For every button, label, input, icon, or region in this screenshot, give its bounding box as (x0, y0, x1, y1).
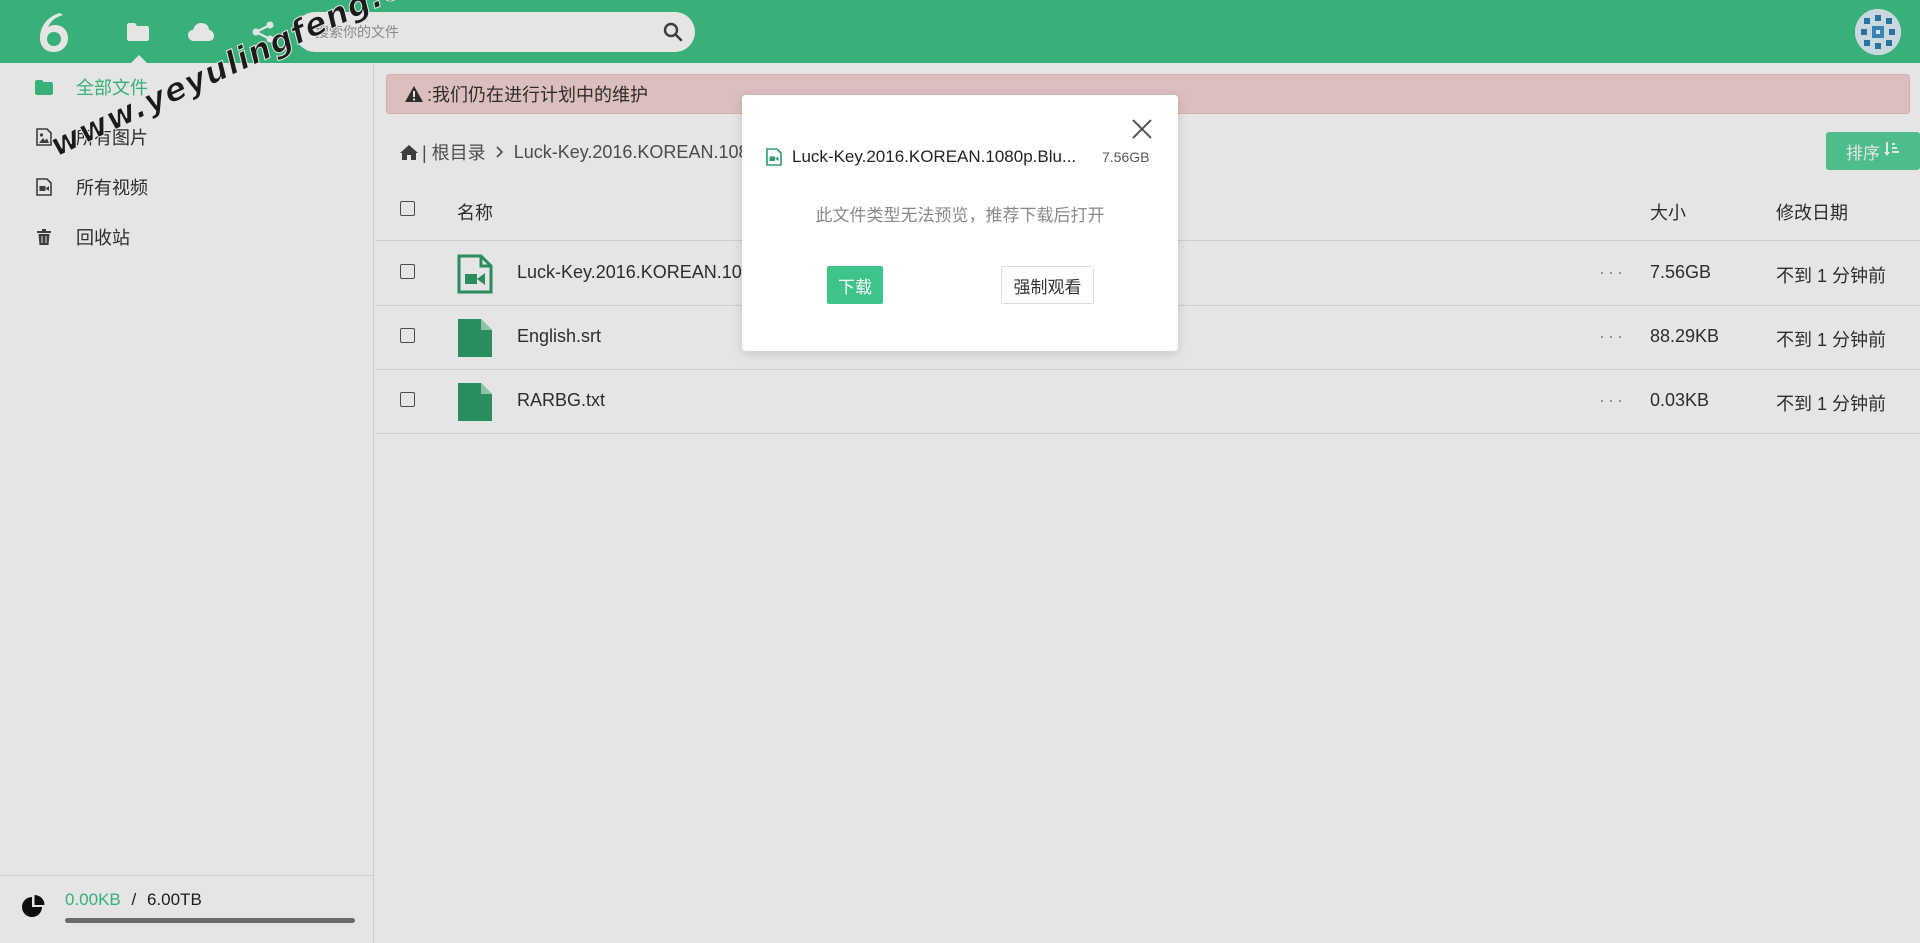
force-view-button[interactable]: 强制观看 (1001, 266, 1094, 304)
download-button[interactable]: 下载 (827, 266, 883, 304)
dialog-file-size: 7.56GB (1102, 149, 1150, 165)
close-icon[interactable] (1130, 117, 1154, 141)
preview-dialog: Luck-Key.2016.KOREAN.1080p.Blu... 7.56GB… (742, 95, 1178, 351)
video-file-icon (766, 148, 782, 166)
dialog-message: 此文件类型无法预览，推荐下载后打开 (815, 206, 1105, 225)
dialog-file-name: Luck-Key.2016.KOREAN.1080p.Blu... (792, 147, 1077, 166)
dialog-file-header: Luck-Key.2016.KOREAN.1080p.Blu... 7.56GB (766, 147, 1156, 167)
